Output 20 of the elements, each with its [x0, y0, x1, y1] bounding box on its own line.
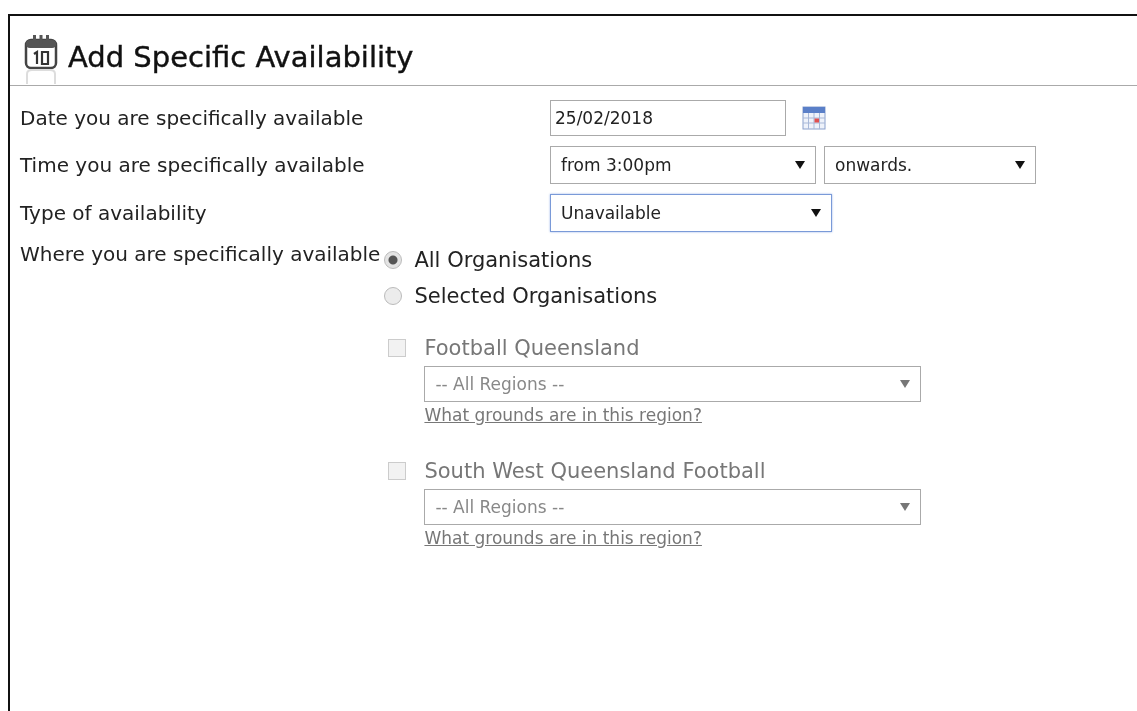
caret-icon — [900, 503, 911, 511]
calendar-icon[interactable] — [802, 106, 826, 130]
radio-button[interactable] — [384, 251, 403, 269]
field-label: Where you are specifically available — [20, 242, 381, 266]
field-label: Date you are specifically available — [20, 106, 365, 130]
time-from-select[interactable]: from 3:00pm — [550, 146, 816, 184]
radio-button[interactable] — [384, 287, 403, 305]
availability-type-select[interactable]: Unavailable — [550, 194, 832, 232]
field-label: Time you are specifically available — [20, 153, 366, 177]
caret-icon — [900, 380, 911, 388]
time-to-select[interactable]: onwards. — [824, 146, 1036, 184]
calendar-icon — [24, 34, 58, 86]
date-input[interactable]: 25/02/2018 — [550, 100, 786, 136]
caret-icon — [811, 209, 821, 217]
radio-label[interactable]: All Organisations — [414, 248, 593, 272]
radio-label[interactable]: Selected Organisations — [414, 284, 658, 308]
page-title: Add Specific Availability — [68, 40, 414, 74]
field-label: Type of availability — [20, 201, 208, 225]
caret-icon — [1015, 161, 1025, 169]
caret-icon — [795, 161, 805, 169]
